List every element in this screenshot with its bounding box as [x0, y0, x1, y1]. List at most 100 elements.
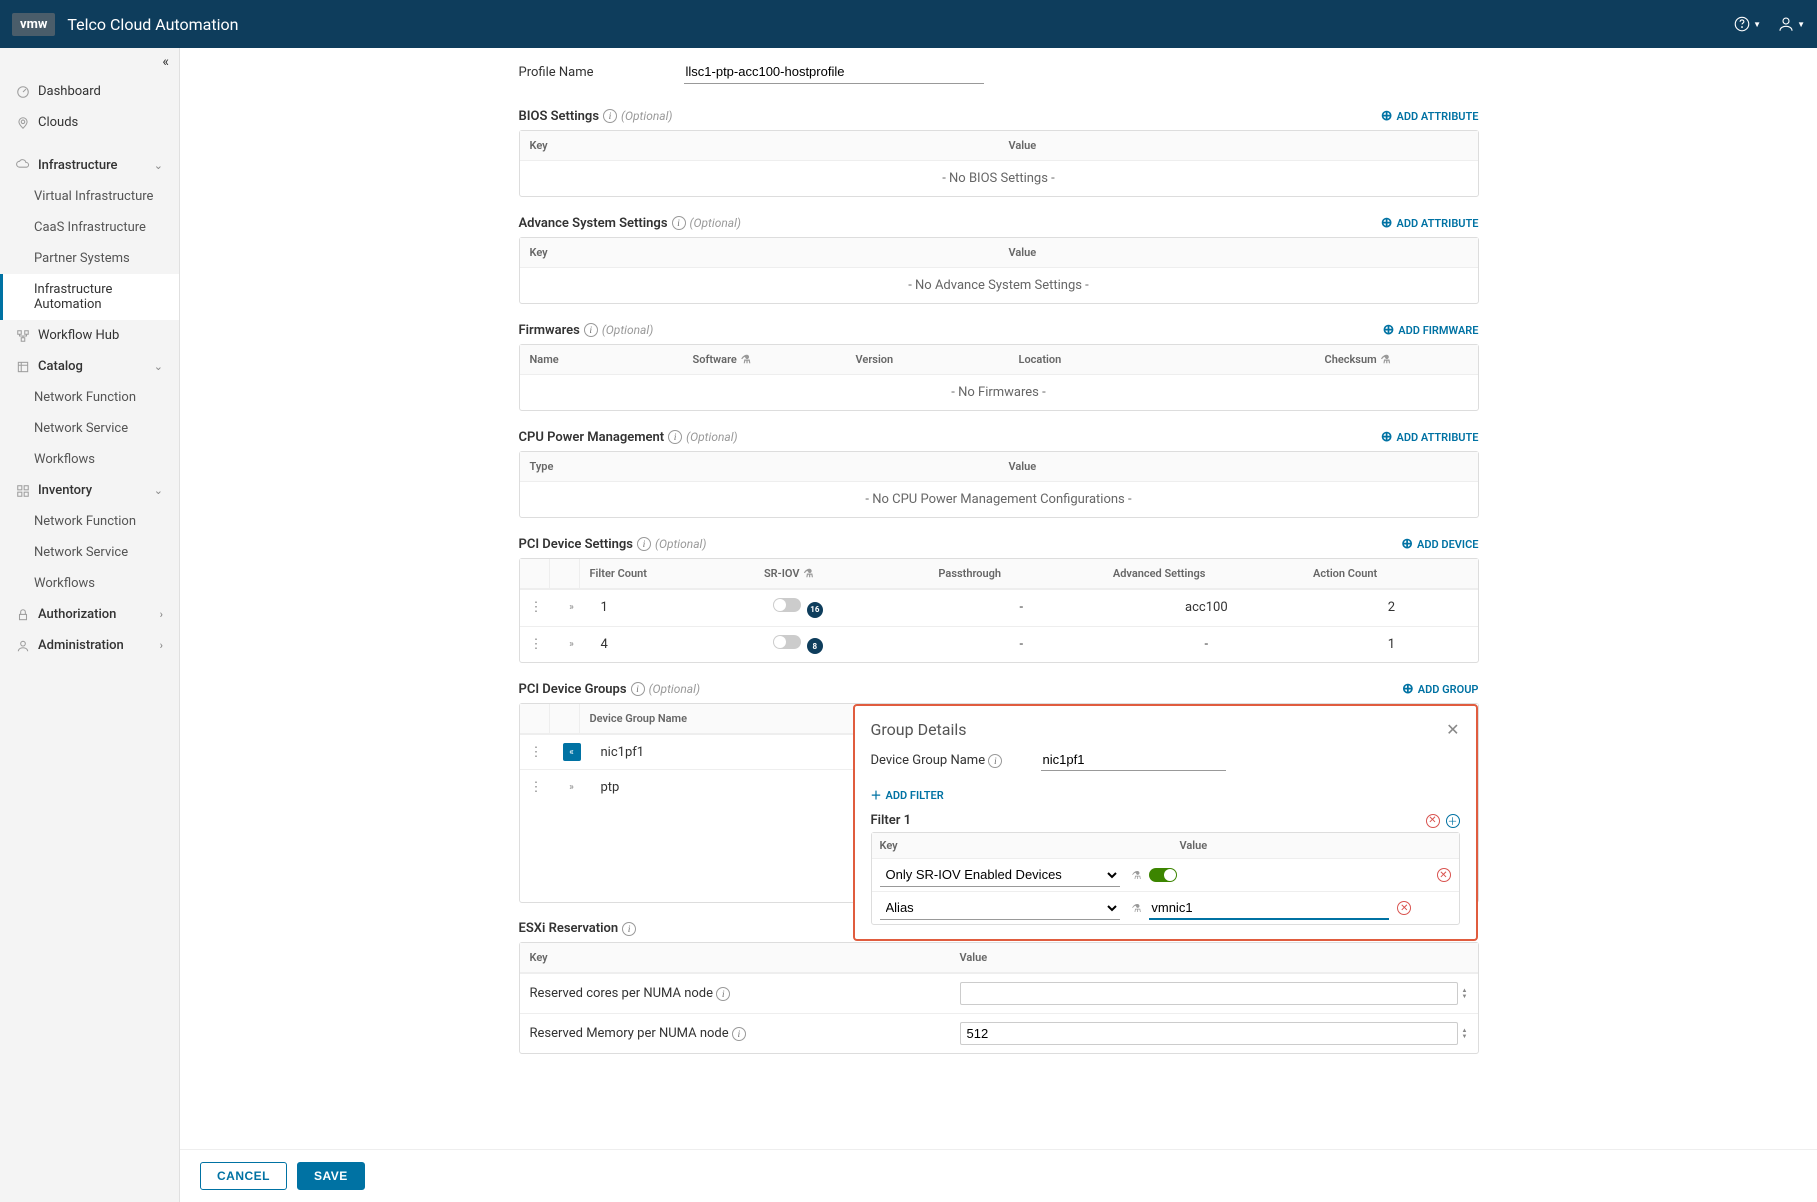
main-content: Profile Name BIOS Settings i (Optional) … — [180, 48, 1817, 1202]
sidebar-item-clouds[interactable]: Clouds — [0, 107, 179, 138]
advance-settings-title: Advance System Settings — [519, 216, 668, 231]
cancel-button[interactable]: CANCEL — [200, 1162, 287, 1190]
vmware-logo: vmw — [12, 13, 55, 36]
remove-row-icon[interactable]: ✕ — [1397, 901, 1411, 915]
sidebar-group-infrastructure[interactable]: Infrastructure⌄ — [0, 150, 179, 181]
sidebar-group-inventory[interactable]: Inventory⌄ — [0, 475, 179, 506]
info-icon[interactable]: i — [672, 216, 686, 230]
sidebar-item-dashboard[interactable]: Dashboard — [0, 76, 179, 107]
info-icon[interactable]: i — [732, 1027, 746, 1041]
user-icon[interactable]: ▼ — [1777, 15, 1805, 33]
reserved-cores-input[interactable] — [960, 982, 1458, 1005]
sidebar-item-inventory-network-service[interactable]: Network Service — [0, 537, 179, 568]
filter-key-select[interactable]: Alias — [880, 896, 1120, 920]
footer: CANCEL SAVE — [180, 1149, 1817, 1202]
add-device-button[interactable]: ⊕ADD DEVICE — [1401, 536, 1478, 552]
info-icon[interactable]: i — [584, 323, 598, 337]
esxi-title: ESXi Reservation — [519, 921, 619, 936]
app-title: Telco Cloud Automation — [67, 15, 238, 34]
chevron-down-icon: ⌄ — [154, 360, 163, 373]
row-menu-icon[interactable]: ⋮ — [520, 772, 553, 803]
sidebar-item-catalog-network-service[interactable]: Network Service — [0, 413, 179, 444]
sidebar-item-authorization[interactable]: Authorization› — [0, 599, 179, 630]
firmwares-title: Firmwares — [519, 323, 580, 338]
remove-filter-icon[interactable]: ✕ — [1426, 814, 1440, 828]
filter-row: Alias ⚗ ✕ — [872, 891, 1459, 924]
filter-row: Only SR-IOV Enabled Devices ⚗ ✕ — [872, 858, 1459, 891]
chevron-down-icon: ⌄ — [154, 484, 163, 497]
sriov-toggle[interactable] — [773, 635, 801, 649]
sriov-toggle[interactable] — [773, 598, 801, 612]
row-menu-icon[interactable]: ⋮ — [520, 592, 553, 623]
sidebar-item-inventory-network-function[interactable]: Network Function — [0, 506, 179, 537]
cpu-title: CPU Power Management — [519, 430, 665, 445]
advance-empty: - No Advance System Settings - — [520, 268, 1478, 303]
sidebar-item-catalog-workflows[interactable]: Workflows — [0, 444, 179, 475]
sidebar-item-workflow-hub[interactable]: Workflow Hub — [0, 320, 179, 351]
sidebar-item-catalog-network-function[interactable]: Network Function — [0, 382, 179, 413]
sidebar-item-infrastructure-automation[interactable]: Infrastructure Automation — [0, 274, 179, 320]
sidebar-item-administration[interactable]: Administration› — [0, 630, 179, 661]
reserved-memory-input[interactable] — [960, 1022, 1458, 1045]
add-filter-button[interactable]: ＋ADD FILTER — [871, 787, 944, 803]
sidebar-item-virtual-infrastructure[interactable]: Virtual Infrastructure — [0, 181, 179, 212]
group-details-panel: Group Details ✕ Device Group Name i ＋ADD… — [853, 704, 1478, 941]
info-icon[interactable]: i — [603, 109, 617, 123]
info-icon[interactable]: i — [988, 754, 1002, 768]
expand-icon[interactable]: » — [563, 635, 581, 653]
chevron-down-icon: ⌄ — [154, 159, 163, 172]
add-attribute-button[interactable]: ⊕ADD ATTRIBUTE — [1381, 429, 1479, 445]
bios-settings-title: BIOS Settings — [519, 109, 600, 124]
help-icon[interactable]: ▼ — [1733, 15, 1761, 33]
firmwares-empty: - No Firmwares - — [520, 375, 1478, 410]
table-row: ⋮ » 1 16 - acc100 2 — [520, 589, 1478, 626]
flask-icon: ⚗ — [1132, 902, 1142, 915]
sidebar-item-inventory-workflows[interactable]: Workflows — [0, 568, 179, 599]
panel-title: Group Details — [871, 720, 967, 739]
info-icon[interactable]: i — [668, 430, 682, 444]
save-button[interactable]: SAVE — [297, 1162, 365, 1190]
bios-empty: - No BIOS Settings - — [520, 161, 1478, 196]
expand-icon[interactable]: » — [563, 599, 581, 617]
sidebar-item-caas-infrastructure[interactable]: CaaS Infrastructure — [0, 212, 179, 243]
profile-name-label: Profile Name — [519, 65, 684, 80]
collapse-icon[interactable]: « — [563, 743, 581, 761]
chevron-right-icon: › — [160, 639, 163, 652]
add-group-button[interactable]: ⊕ADD GROUP — [1402, 681, 1479, 697]
info-icon[interactable]: i — [631, 682, 645, 696]
device-group-name-input[interactable] — [1041, 749, 1226, 771]
flask-icon: ⚗ — [1132, 869, 1142, 882]
sidebar: « Dashboard Clouds Infrastructure⌄ Virtu… — [0, 48, 180, 1202]
add-attribute-button[interactable]: ⊕ADD ATTRIBUTE — [1381, 215, 1479, 231]
add-attribute-button[interactable]: ⊕ADD ATTRIBUTE — [1381, 108, 1479, 124]
filter-key-select[interactable]: Only SR-IOV Enabled Devices — [880, 863, 1120, 887]
row-menu-icon[interactable]: ⋮ — [520, 629, 553, 660]
chevron-right-icon: › — [160, 608, 163, 621]
badge: 8 — [807, 638, 823, 654]
expand-icon[interactable]: » — [563, 778, 581, 796]
flask-icon: ⚗ — [803, 567, 813, 580]
info-icon[interactable]: i — [622, 922, 636, 936]
add-firmware-button[interactable]: ⊕ADD FIRMWARE — [1383, 322, 1479, 338]
add-filter-icon[interactable]: ＋ — [1446, 814, 1460, 828]
sidebar-group-catalog[interactable]: Catalog⌄ — [0, 351, 179, 382]
filter-value-toggle[interactable] — [1149, 868, 1177, 882]
info-icon[interactable]: i — [637, 537, 651, 551]
info-icon[interactable]: i — [716, 987, 730, 1001]
filter-value-input[interactable] — [1149, 897, 1389, 920]
stepper-down-icon[interactable]: ▼ — [1462, 1034, 1468, 1040]
app-header: vmw Telco Cloud Automation ▼ ▼ — [0, 0, 1817, 48]
flask-icon: ⚗ — [741, 353, 751, 366]
filter-title: Filter 1 — [871, 813, 912, 828]
flask-icon: ⚗ — [1381, 353, 1391, 366]
profile-name-input[interactable] — [684, 60, 984, 84]
pci-groups-title: PCI Device Groups — [519, 682, 627, 697]
sidebar-item-partner-systems[interactable]: Partner Systems — [0, 243, 179, 274]
stepper-down-icon[interactable]: ▼ — [1462, 994, 1468, 1000]
remove-row-icon[interactable]: ✕ — [1437, 868, 1451, 882]
close-icon[interactable]: ✕ — [1446, 720, 1459, 739]
row-menu-icon[interactable]: ⋮ — [520, 737, 553, 768]
sidebar-collapse-icon[interactable]: « — [0, 48, 179, 76]
badge: 16 — [807, 602, 823, 618]
table-row: ⋮ » 4 8 - - 1 — [520, 626, 1478, 663]
